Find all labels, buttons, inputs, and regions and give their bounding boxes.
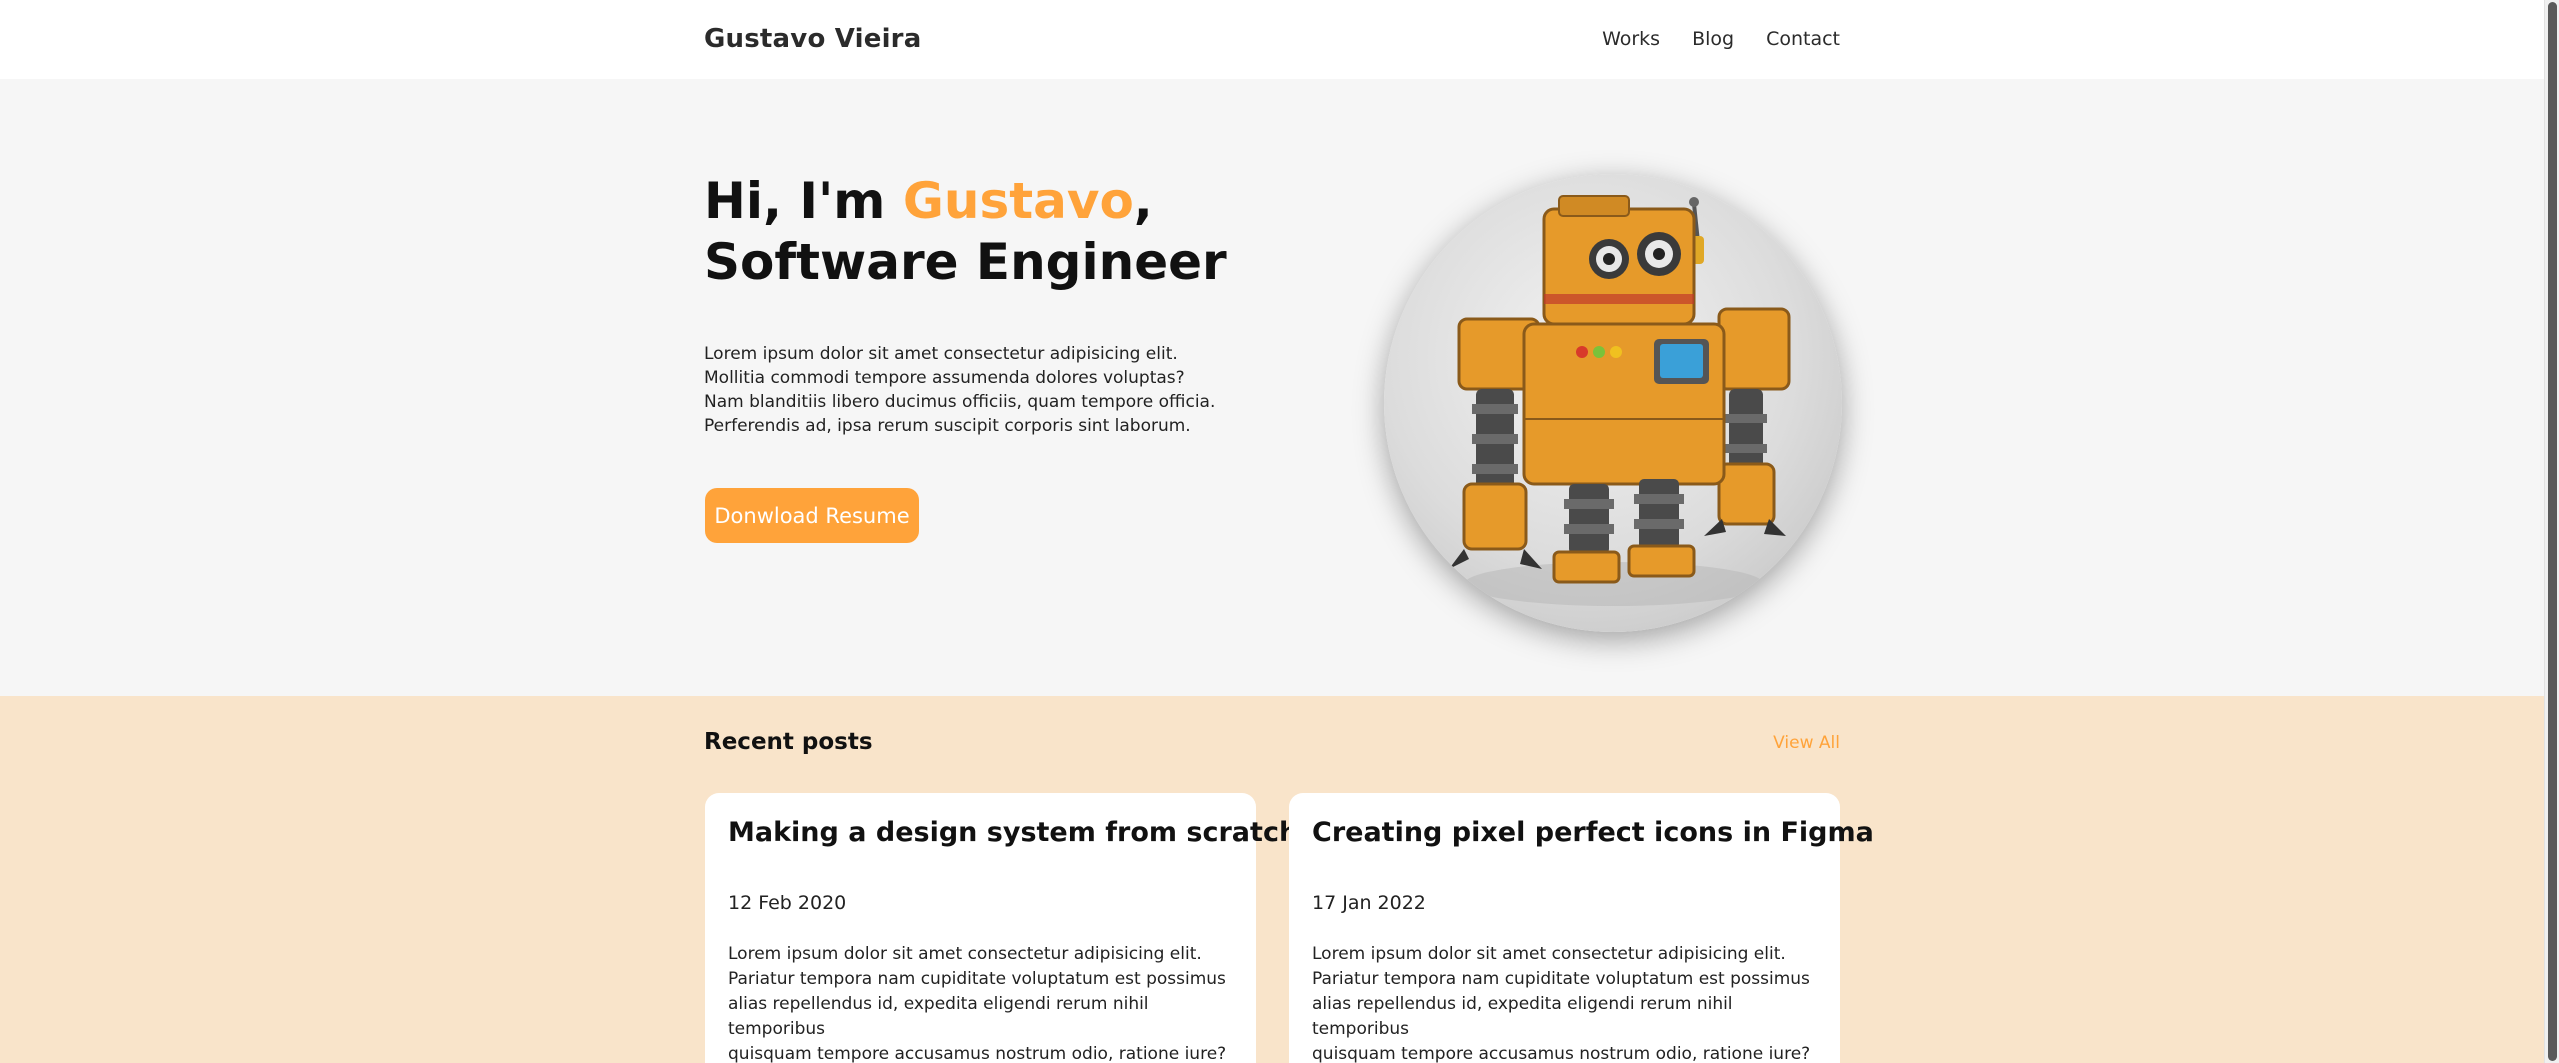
hero-name: Gustavo — [902, 172, 1134, 230]
hero-description-line: Mollitia commodi tempore assumenda dolor… — [704, 368, 1185, 388]
hero-comma: , — [1133, 172, 1153, 230]
page: Gustavo Vieira Works Blog Contact Hi, I'… — [0, 0, 2544, 1063]
scrollbar-thumb[interactable] — [2548, 2, 2557, 1061]
post-excerpt-line: Pariatur tempora nam cupiditate voluptat… — [728, 969, 1226, 989]
hero-role: Software Engineer — [704, 233, 1227, 291]
hero-description-line: Perferendis ad, ipsa rerum suscipit corp… — [704, 416, 1191, 436]
post-excerpt-line: alias repellendus id, expedita eligendi … — [1312, 994, 1733, 1039]
site-header: Gustavo Vieira Works Blog Contact — [0, 0, 2544, 79]
nav-link-contact[interactable]: Contact — [1766, 28, 1840, 50]
post-excerpt-line: Lorem ipsum dolor sit amet consectetur a… — [1312, 944, 1786, 964]
hero-description-line: Nam blanditiis libero ducimus officiis, … — [704, 392, 1216, 412]
view-all-link[interactable]: View All — [1773, 733, 1840, 753]
post-excerpt: Lorem ipsum dolor sit amet consectetur a… — [728, 942, 1238, 1063]
post-title[interactable]: Creating pixel perfect icons in Figma — [1312, 817, 1874, 848]
main-nav: Works Blog Contact — [1602, 28, 1840, 50]
post-excerpt-line: quisquam tempore accusamus nostrum odio,… — [728, 1044, 1227, 1063]
post-card[interactable]: Creating pixel perfect icons in Figma 17… — [1289, 793, 1874, 1063]
avatar — [1384, 174, 1842, 632]
post-excerpt-line: alias repellendus id, expedita eligendi … — [728, 994, 1149, 1039]
recent-posts-title: Recent posts — [704, 729, 873, 755]
post-date: 17 Jan 2022 — [1312, 892, 1426, 914]
post-excerpt-line: Lorem ipsum dolor sit amet consectetur a… — [728, 944, 1202, 964]
post-title[interactable]: Making a design system from scratch — [728, 817, 1298, 848]
post-excerpt: Lorem ipsum dolor sit amet consectetur a… — [1312, 942, 1822, 1063]
hero-greeting: Hi, I'm — [704, 172, 903, 230]
post-excerpt-line: quisquam tempore accusamus nostrum odio,… — [1312, 1044, 1811, 1063]
hero-description-line: Lorem ipsum dolor sit amet consectetur a… — [704, 344, 1178, 364]
post-date: 12 Feb 2020 — [728, 892, 847, 914]
nav-link-blog[interactable]: Blog — [1692, 28, 1734, 50]
page-scrollbar[interactable] — [2544, 0, 2559, 1063]
robot-illustration-icon — [1449, 195, 1791, 606]
nav-link-works[interactable]: Works — [1602, 28, 1660, 50]
recent-posts-section: Recent posts View All Making a design sy… — [0, 696, 2544, 1063]
hero-description: Lorem ipsum dolor sit amet consectetur a… — [704, 342, 1224, 438]
hero-title: Hi, I'm Gustavo, Software Engineer — [704, 171, 1227, 293]
post-excerpt-line: Pariatur tempora nam cupiditate voluptat… — [1312, 969, 1810, 989]
post-card[interactable]: Making a design system from scratch 12 F… — [705, 793, 1298, 1063]
download-resume-button[interactable]: Donwload Resume — [705, 488, 919, 543]
hero-section: Hi, I'm Gustavo, Software Engineer Lorem… — [0, 79, 2544, 696]
site-brand[interactable]: Gustavo Vieira — [704, 24, 921, 54]
